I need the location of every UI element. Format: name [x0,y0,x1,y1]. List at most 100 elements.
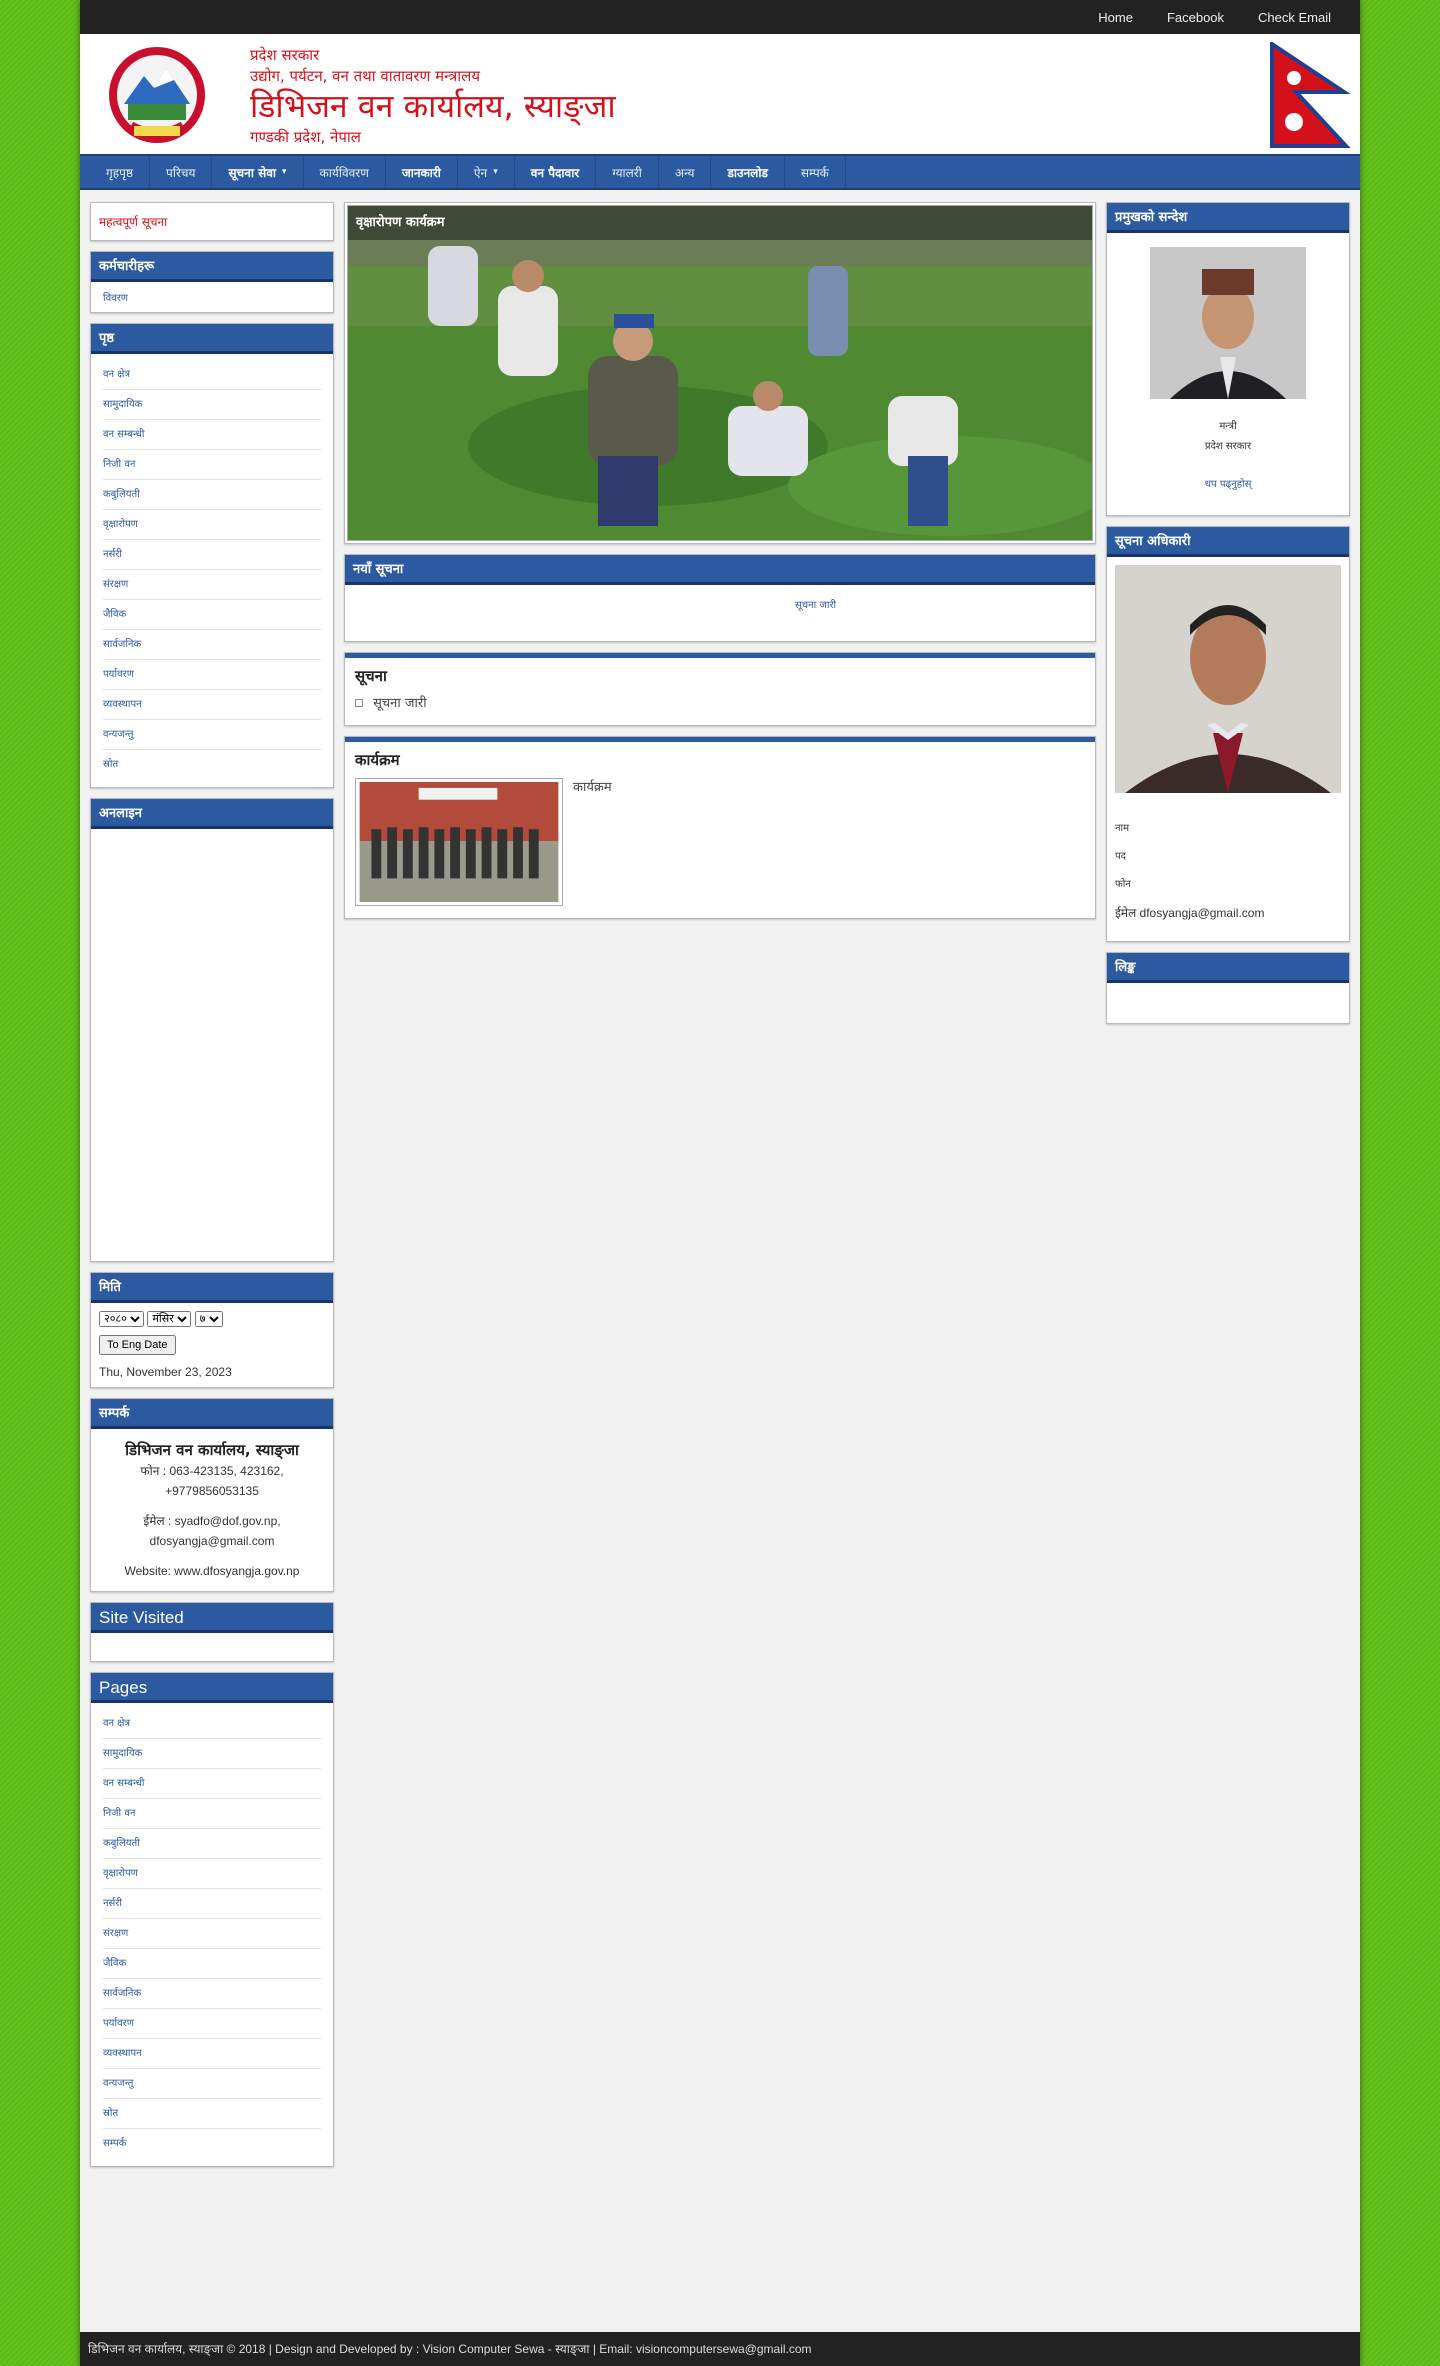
post-title[interactable]: सूचना [355,666,1085,686]
minister-name: मन्त्री [1219,421,1237,432]
month-select[interactable]: मंसिर [147,1311,192,1327]
broken-image-icon [355,699,363,707]
site-visited-title: Site Visited [91,1603,333,1633]
contact-box-title: सम्पर्क [91,1399,333,1429]
nav-item-label: परिचय [166,165,196,180]
day-select[interactable]: ७ [194,1311,223,1327]
site-title: डिभिजन वन कार्यालय, स्याङ्जा [250,87,616,125]
list-item[interactable]: नर्सरी [103,540,321,570]
staff-details-link[interactable]: विवरण [103,293,128,304]
message-box-title: प्रमुखको सन्देश [1107,203,1349,233]
list-item[interactable]: सामुदायिक [103,1739,321,1769]
list-item[interactable]: वृक्षारोपण [103,510,321,540]
nav-item-5[interactable]: ऐन ▾ [458,156,515,188]
nav-item-label: ऐन [473,165,488,180]
list-item[interactable]: वन्यजन्तु [103,2069,321,2099]
contact-box: सम्पर्क डिभिजन वन कार्यालय, स्याङ्जा फोन… [90,1398,334,1592]
list-item[interactable]: वन सम्बन्धी [103,420,321,450]
main-content: वृक्षारोपण कार्यक्रम नयाँ सूचना सूचना जा… [344,202,1096,929]
officer-role: पद [1115,851,1126,862]
minister-photo [1150,247,1306,399]
list-item[interactable]: संरक्षण [103,570,321,600]
ticker-item[interactable]: सूचना जारी [795,600,836,611]
contact-org: डिभिजन वन कार्यालय, स्याङ्जा [125,1441,299,1459]
nepal-emblem-icon[interactable] [94,42,220,148]
nav-item-6[interactable]: वन पैदावार [515,156,597,188]
officer-box-title: सूचना अधिकारी [1107,527,1349,557]
header-text: प्रदेश सरकार उद्योग, पर्यटन, वन तथा वाता… [250,44,616,148]
nav-item-4[interactable]: जानकारी [386,156,458,188]
list-item[interactable]: निजी वन [103,1799,321,1829]
nav-item-label: गृहपृष्ठ [106,165,134,180]
list-item[interactable]: सार्वजनिक [103,1979,321,2009]
read-more-link[interactable]: थप पढ्नुहोस् [1117,475,1339,495]
nav-item-9[interactable]: डाउनलोड [711,156,785,188]
online-box: अनलाइन [90,798,334,1262]
list-item[interactable]: व्यवस्थापन [103,690,321,720]
contact-email: ईमेल : syadfo@dof.gov.np, dfosyangja@gma… [143,1514,281,1548]
list-item[interactable]: वन सम्बन्धी [103,1769,321,1799]
tree-planting-photo [348,206,1092,540]
post-title-2[interactable]: कार्यक्रम [355,750,1085,770]
online-box-title: अनलाइन [91,799,333,829]
post-card-2: कार्यक्रम कार्यक्रम [344,736,1096,919]
year-select[interactable]: २०८० [99,1311,144,1327]
list-item[interactable]: पर्यावरण [103,660,321,690]
list-item[interactable]: सार्वजनिक [103,630,321,660]
important-notice-link[interactable]: महत्वपूर्ण सूचना [91,203,333,240]
site-header: प्रदेश सरकार उद्योग, पर्यटन, वन तथा वाता… [80,34,1360,154]
list-item[interactable]: सम्पर्क [103,2129,321,2158]
staff-box-title: कर्मचारीहरू [91,252,333,282]
pages-box-bottom-title: Pages [91,1673,333,1703]
list-item[interactable]: निजी वन [103,450,321,480]
left-sidebar: महत्वपूर्ण सूचना कर्मचारीहरू विवरण पृष्ठ… [90,202,334,2177]
top-link-facebook[interactable]: Facebook [1150,10,1241,25]
nav-item-label: ग्यालरी [612,165,642,180]
nav-item-1[interactable]: परिचय [150,156,213,188]
list-item[interactable]: स्रोत [103,750,321,779]
list-item[interactable]: व्यवस्थापन [103,2039,321,2069]
top-link-check-email[interactable]: Check Email [1241,10,1348,25]
notice-box: महत्वपूर्ण सूचना [90,202,334,241]
list-item[interactable]: जैविक [103,1949,321,1979]
nav-item-3[interactable]: कार्यविवरण [304,156,386,188]
header-line-government: प्रदेश सरकार [250,46,320,64]
main-nav: गृहपृष्ठ परिचय सूचना सेवा ▾ कार्यविवरण जानकार… [80,154,1360,190]
list-item[interactable]: स्रोत [103,2099,321,2129]
post-excerpt-text: सूचना जारी [373,696,427,711]
header-line-province: गण्डकी प्रदेश, नेपाल [250,128,361,146]
list-item[interactable]: संरक्षण [103,1919,321,1949]
list-item[interactable]: कबुलियती [103,480,321,510]
links-box-body [1107,983,1349,1023]
list-item[interactable]: वन्यजन्तु [103,720,321,750]
chevron-down-icon: ▾ [493,167,498,177]
officer-photo [1115,565,1341,793]
list-item[interactable]: पर्यावरण [103,2009,321,2039]
top-link-home[interactable]: Home [1081,10,1150,25]
image-slider[interactable]: वृक्षारोपण कार्यक्रम [347,205,1093,541]
list-item[interactable]: वन क्षेत्र [103,360,321,390]
contact-phone: फोन : 063-423135, 423162, +9779856053135 [140,1464,284,1498]
online-embed-area [91,829,333,1261]
list-item[interactable]: वन क्षेत्र [103,1709,321,1739]
links-box: लिङ्क [1106,952,1350,1024]
list-item[interactable]: कबुलियती [103,1829,321,1859]
post-thumbnail[interactable] [355,778,563,906]
list-item[interactable]: वृक्षारोपण [103,1859,321,1889]
list-item[interactable]: नर्सरी [103,1889,321,1919]
date-converter-title: मिति [91,1273,333,1303]
page-wrapper: Home Facebook Check Email प्रदेश सरकार उ… [80,0,1360,2366]
list-item[interactable]: जैविक [103,600,321,630]
officer-phone: फोन [1115,879,1131,890]
nav-item-label: वन पैदावार [530,165,580,180]
nav-item-2[interactable]: सूचना सेवा ▾ [212,156,304,188]
slider-caption: वृक्षारोपण कार्यक्रम [348,206,1092,240]
site-visited-counter [91,1633,333,1661]
nav-item-8[interactable]: अन्य [659,156,712,188]
pages-list-top: वन क्षेत्र सामुदायिक वन सम्बन्धी निजी वन कबु… [91,354,333,787]
nav-item-0[interactable]: गृहपृष्ठ [90,156,151,188]
nav-item-10[interactable]: सम्पर्क [785,156,846,188]
to-eng-date-button[interactable]: To Eng Date [99,1335,176,1355]
nav-item-7[interactable]: ग्यालरी [596,156,659,188]
list-item[interactable]: सामुदायिक [103,390,321,420]
